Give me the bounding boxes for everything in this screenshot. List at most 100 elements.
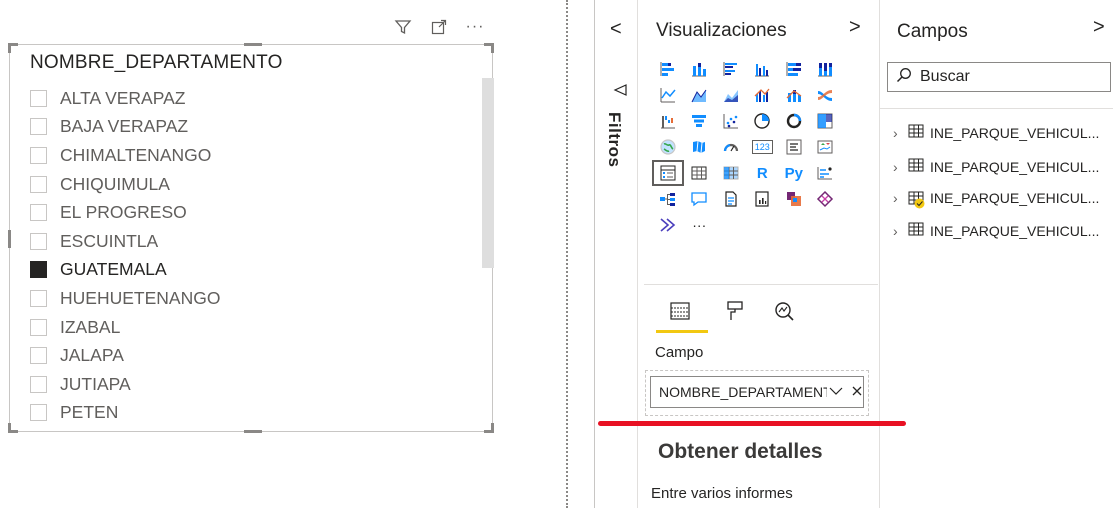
- get-more-visuals-icon[interactable]: [652, 212, 684, 238]
- decomposition-tree-icon[interactable]: [652, 186, 684, 212]
- fields-tab-icon[interactable]: [662, 294, 698, 328]
- table-in-use-icon: [908, 191, 925, 209]
- slicer-item[interactable]: ALTA VERAPAZ: [30, 84, 480, 113]
- slicer-item[interactable]: JUTIAPA: [30, 370, 480, 399]
- resize-handle-left[interactable]: [8, 230, 11, 248]
- smart-narrative-icon[interactable]: [715, 186, 747, 212]
- waterfall-chart-icon[interactable]: [652, 108, 684, 134]
- clustered-column-chart-icon[interactable]: [747, 56, 779, 82]
- slicer-item[interactable]: CHIQUIMULA: [30, 170, 480, 199]
- kpi-icon[interactable]: [810, 134, 842, 160]
- table-name: INE_PARQUE_VEHICUL...: [930, 158, 1100, 175]
- resize-handle-bottom-left[interactable]: [8, 423, 18, 433]
- resize-handle-bottom[interactable]: [244, 430, 262, 433]
- collapse-fields-chevron-icon[interactable]: >: [1093, 16, 1105, 39]
- ribbon-chart-icon[interactable]: [810, 82, 842, 108]
- chevron-right-icon[interactable]: ›: [893, 223, 902, 239]
- checkbox[interactable]: [30, 175, 47, 193]
- card-icon[interactable]: 123: [747, 134, 779, 160]
- field-table-item[interactable]: › INE_PARQUE_VEHICUL...: [893, 190, 1099, 209]
- checkbox[interactable]: [30, 232, 47, 250]
- slicer-list: ALTA VERAPAZ BAJA VERAPAZ CHIMALTENANGO …: [30, 84, 480, 427]
- resize-handle-top[interactable]: [244, 43, 262, 46]
- checkbox[interactable]: [30, 289, 47, 307]
- stacked-area-chart-icon[interactable]: [715, 82, 747, 108]
- slicer-item[interactable]: PETEN: [30, 399, 480, 428]
- filter-funnel-icon[interactable]: [612, 82, 628, 103]
- checkbox[interactable]: [30, 89, 47, 107]
- slicer-item[interactable]: IZABAL: [30, 313, 480, 342]
- power-automate-icon[interactable]: [810, 186, 842, 212]
- slicer-item-label: JALAPA: [60, 345, 124, 366]
- table-icon[interactable]: [684, 160, 716, 186]
- table-name: INE_PARQUE_VEHICUL...: [930, 222, 1100, 239]
- power-apps-icon[interactable]: [778, 186, 810, 212]
- map-icon[interactable]: [652, 134, 684, 160]
- remove-field-icon[interactable]: [851, 384, 863, 401]
- treemap-icon[interactable]: [810, 108, 842, 134]
- field-table-item[interactable]: › INE_PARQUE_VEHICUL...: [893, 124, 1099, 141]
- clustered-bar-chart-icon[interactable]: [715, 56, 747, 82]
- stacked-bar-chart-icon[interactable]: [652, 56, 684, 82]
- line-chart-icon[interactable]: [652, 82, 684, 108]
- multi-row-card-icon[interactable]: [778, 134, 810, 160]
- filled-map-icon[interactable]: [684, 134, 716, 160]
- slicer-item-label: ESCUINTLA: [60, 230, 159, 251]
- filters-pane-label[interactable]: Filtros: [604, 112, 624, 167]
- collapse-visualizations-chevron-icon[interactable]: >: [849, 16, 861, 39]
- checkbox[interactable]: [30, 375, 47, 393]
- line-stacked-column-chart-icon[interactable]: [778, 82, 810, 108]
- field-table-item[interactable]: › INE_PARQUE_VEHICUL...: [893, 222, 1099, 239]
- expand-filters-chevron-icon[interactable]: <: [610, 18, 622, 41]
- key-influencers-icon[interactable]: [810, 160, 842, 186]
- slicer-item[interactable]: JALAPA: [30, 341, 480, 370]
- r-visual-icon[interactable]: R: [747, 160, 779, 186]
- chevron-down-icon[interactable]: [829, 385, 843, 399]
- checkbox[interactable]: [30, 204, 47, 222]
- checkbox[interactable]: [30, 404, 47, 422]
- checkbox[interactable]: [30, 318, 47, 336]
- funnel-chart-icon[interactable]: [684, 108, 716, 134]
- filter-icon[interactable]: [392, 16, 414, 38]
- resize-handle-top-right[interactable]: [484, 43, 494, 53]
- paginated-report-icon[interactable]: [747, 186, 779, 212]
- focus-mode-icon[interactable]: [428, 16, 450, 38]
- slicer-item[interactable]: CHIMALTENANGO: [30, 141, 480, 170]
- line-clustered-column-chart-icon[interactable]: [747, 82, 779, 108]
- analytics-tab-icon[interactable]: [766, 294, 802, 328]
- 100-stacked-bar-chart-icon[interactable]: [778, 56, 810, 82]
- donut-chart-icon[interactable]: [778, 108, 810, 134]
- checkbox-checked[interactable]: [30, 261, 47, 279]
- slicer-scrollbar[interactable]: [482, 78, 494, 268]
- checkbox[interactable]: [30, 347, 47, 365]
- more-options-icon[interactable]: ···: [464, 16, 486, 38]
- checkbox[interactable]: [30, 146, 47, 164]
- chevron-right-icon[interactable]: ›: [893, 190, 902, 206]
- slicer-item[interactable]: HUEHUETENANGO: [30, 284, 480, 313]
- field-table-item[interactable]: › INE_PARQUE_VEHICUL...: [893, 158, 1099, 175]
- gauge-icon[interactable]: [715, 134, 747, 160]
- more-visuals-icon[interactable]: ···: [684, 212, 716, 238]
- matrix-icon[interactable]: [715, 160, 747, 186]
- area-chart-icon[interactable]: [684, 82, 716, 108]
- python-visual-icon[interactable]: Py: [778, 160, 810, 186]
- slicer-item[interactable]: GUATEMALA: [30, 256, 480, 285]
- chevron-right-icon[interactable]: ›: [893, 125, 902, 141]
- 100-stacked-column-chart-icon[interactable]: [810, 56, 842, 82]
- search-input[interactable]: [920, 68, 1090, 86]
- scatter-chart-icon[interactable]: [715, 108, 747, 134]
- qa-icon[interactable]: [684, 186, 716, 212]
- stacked-column-chart-icon[interactable]: [684, 56, 716, 82]
- resize-handle-bottom-right[interactable]: [484, 423, 494, 433]
- slicer-item[interactable]: ESCUINTLA: [30, 227, 480, 256]
- chevron-right-icon[interactable]: ›: [893, 159, 902, 175]
- pie-chart-icon[interactable]: [747, 108, 779, 134]
- field-pill[interactable]: NOMBRE_DEPARTAMENTO: [650, 376, 864, 408]
- checkbox[interactable]: [30, 118, 47, 136]
- fields-search-box[interactable]: [887, 62, 1111, 92]
- slicer-item[interactable]: EL PROGRESO: [30, 198, 480, 227]
- format-tab-icon[interactable]: [717, 294, 753, 328]
- resize-handle-top-left[interactable]: [8, 43, 18, 53]
- slicer-icon[interactable]: [652, 160, 684, 186]
- slicer-item[interactable]: BAJA VERAPAZ: [30, 113, 480, 142]
